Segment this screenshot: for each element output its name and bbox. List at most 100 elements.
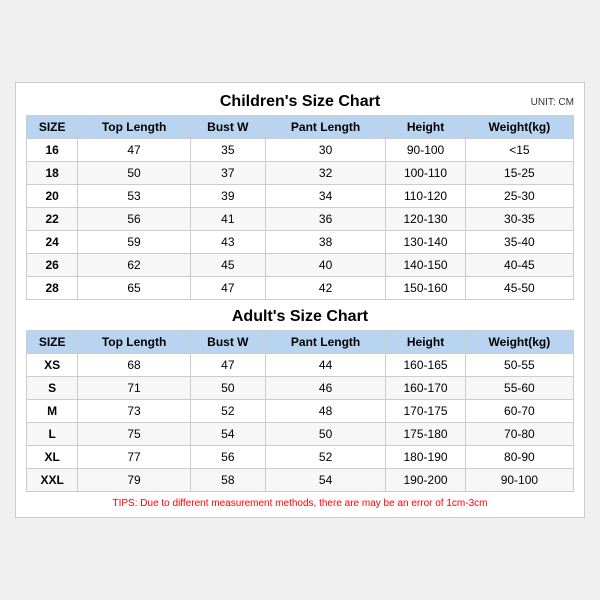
table-cell: 65: [78, 277, 191, 300]
table-cell: 50: [190, 377, 265, 400]
table-cell: 59: [78, 231, 191, 254]
children-title: Children's Size Chart: [220, 93, 380, 111]
adult-thead: SIZE Top Length Bust W Pant Length Heigh…: [27, 331, 574, 354]
children-col-height: Height: [386, 116, 465, 139]
table-cell: 44: [265, 354, 385, 377]
children-col-size: SIZE: [27, 116, 78, 139]
table-cell: 30-35: [465, 208, 573, 231]
table-cell: 42: [265, 277, 385, 300]
table-cell: 150-160: [386, 277, 465, 300]
table-cell: 90-100: [465, 469, 573, 492]
table-cell: 80-90: [465, 446, 573, 469]
adult-col-height: Height: [386, 331, 465, 354]
table-row: 24594338130-14035-40: [27, 231, 574, 254]
table-cell: 24: [27, 231, 78, 254]
table-cell: 36: [265, 208, 385, 231]
table-row: 28654742150-16045-50: [27, 277, 574, 300]
table-cell: 75: [78, 423, 191, 446]
table-cell: 180-190: [386, 446, 465, 469]
table-cell: S: [27, 377, 78, 400]
table-cell: 48: [265, 400, 385, 423]
table-cell: XXL: [27, 469, 78, 492]
table-cell: 71: [78, 377, 191, 400]
adult-col-toplength: Top Length: [78, 331, 191, 354]
table-cell: 39: [190, 185, 265, 208]
table-cell: 54: [265, 469, 385, 492]
table-cell: 58: [190, 469, 265, 492]
table-row: M735248170-17560-70: [27, 400, 574, 423]
table-cell: 38: [265, 231, 385, 254]
table-cell: 110-120: [386, 185, 465, 208]
table-row: XL775652180-19080-90: [27, 446, 574, 469]
table-cell: 190-200: [386, 469, 465, 492]
table-cell: XL: [27, 446, 78, 469]
table-cell: 120-130: [386, 208, 465, 231]
table-cell: 55-60: [465, 377, 573, 400]
table-cell: 45-50: [465, 277, 573, 300]
table-row: 18503732100-11015-25: [27, 162, 574, 185]
table-row: L755450175-18070-80: [27, 423, 574, 446]
table-cell: 50: [265, 423, 385, 446]
children-header-row: SIZE Top Length Bust W Pant Length Heigh…: [27, 116, 574, 139]
table-row: 20533934110-12025-30: [27, 185, 574, 208]
table-cell: M: [27, 400, 78, 423]
table-cell: XS: [27, 354, 78, 377]
table-cell: 41: [190, 208, 265, 231]
children-tbody: 1647353090-100<1518503732100-11015-25205…: [27, 139, 574, 300]
table-row: 26624540140-15040-45: [27, 254, 574, 277]
table-cell: 60-70: [465, 400, 573, 423]
table-cell: 68: [78, 354, 191, 377]
table-cell: 40-45: [465, 254, 573, 277]
table-cell: 35-40: [465, 231, 573, 254]
table-cell: 77: [78, 446, 191, 469]
table-cell: 50-55: [465, 354, 573, 377]
table-cell: 26: [27, 254, 78, 277]
chart-container: Children's Size Chart UNIT: CM SIZE Top …: [15, 82, 585, 518]
adult-col-size: SIZE: [27, 331, 78, 354]
table-cell: 47: [190, 277, 265, 300]
table-cell: 160-170: [386, 377, 465, 400]
table-cell: 22: [27, 208, 78, 231]
table-row: XXL795854190-20090-100: [27, 469, 574, 492]
table-cell: 16: [27, 139, 78, 162]
children-col-toplength: Top Length: [78, 116, 191, 139]
unit-label: UNIT: CM: [531, 97, 574, 108]
adult-col-pantlength: Pant Length: [265, 331, 385, 354]
children-col-weight: Weight(kg): [465, 116, 573, 139]
table-cell: 54: [190, 423, 265, 446]
table-cell: 15-25: [465, 162, 573, 185]
table-cell: 130-140: [386, 231, 465, 254]
table-row: S715046160-17055-60: [27, 377, 574, 400]
table-cell: 52: [265, 446, 385, 469]
children-col-pantlength: Pant Length: [265, 116, 385, 139]
children-table: SIZE Top Length Bust W Pant Length Heigh…: [26, 115, 574, 300]
table-cell: 175-180: [386, 423, 465, 446]
table-cell: 50: [78, 162, 191, 185]
table-cell: 37: [190, 162, 265, 185]
children-col-bustw: Bust W: [190, 116, 265, 139]
table-cell: 62: [78, 254, 191, 277]
table-cell: 43: [190, 231, 265, 254]
table-cell: 79: [78, 469, 191, 492]
adult-header-row: SIZE Top Length Bust W Pant Length Heigh…: [27, 331, 574, 354]
adult-col-weight: Weight(kg): [465, 331, 573, 354]
adult-col-bustw: Bust W: [190, 331, 265, 354]
table-cell: 18: [27, 162, 78, 185]
adult-tbody: XS684744160-16550-55S715046160-17055-60M…: [27, 354, 574, 492]
table-cell: 20: [27, 185, 78, 208]
table-row: 1647353090-100<15: [27, 139, 574, 162]
table-cell: 32: [265, 162, 385, 185]
children-thead: SIZE Top Length Bust W Pant Length Heigh…: [27, 116, 574, 139]
table-cell: 73: [78, 400, 191, 423]
table-cell: 47: [78, 139, 191, 162]
table-cell: 47: [190, 354, 265, 377]
table-cell: 100-110: [386, 162, 465, 185]
tips-text: TIPS: Due to different measurement metho…: [26, 498, 574, 509]
table-cell: 140-150: [386, 254, 465, 277]
table-cell: 30: [265, 139, 385, 162]
table-row: XS684744160-16550-55: [27, 354, 574, 377]
table-cell: 53: [78, 185, 191, 208]
adult-title: Adult's Size Chart: [232, 308, 368, 326]
table-cell: 170-175: [386, 400, 465, 423]
table-cell: 40: [265, 254, 385, 277]
